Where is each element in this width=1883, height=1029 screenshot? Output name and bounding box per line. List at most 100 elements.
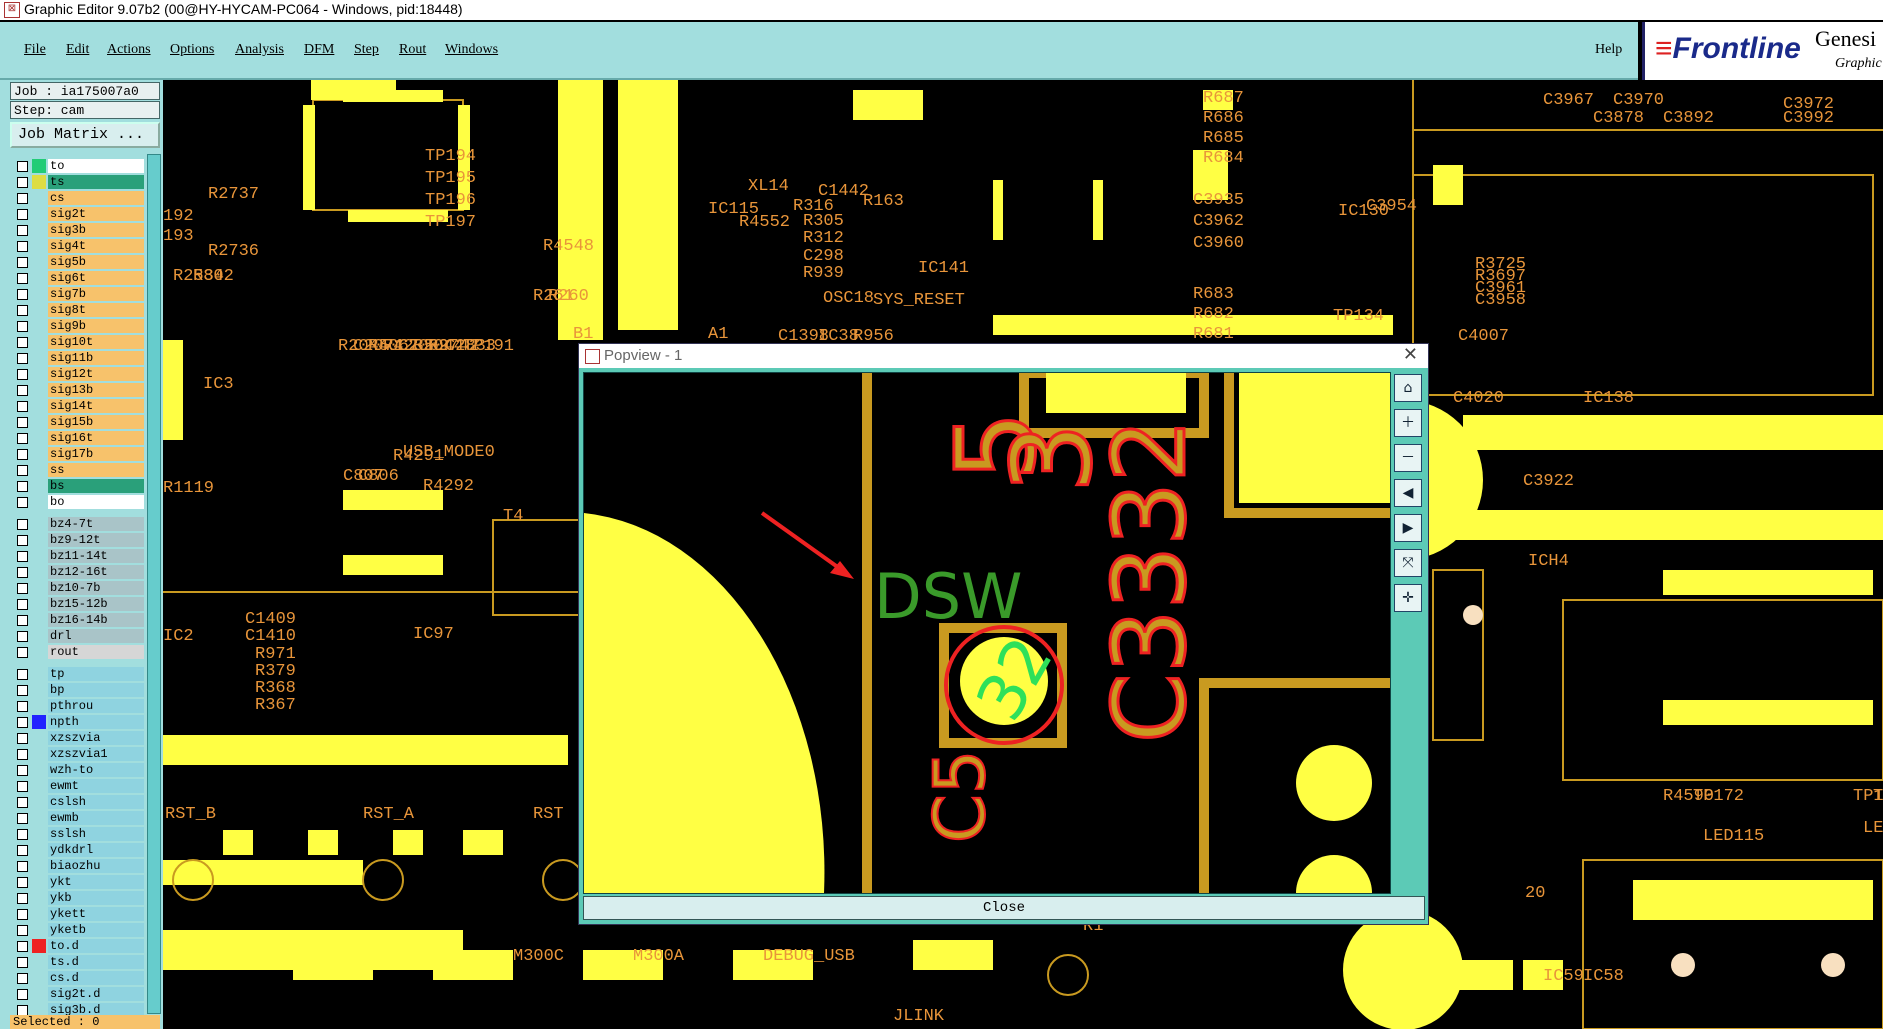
layer-row-sig11b[interactable]: sig11b bbox=[14, 350, 144, 366]
layer-checkbox[interactable] bbox=[17, 797, 28, 808]
layer-name[interactable]: bz9-12t bbox=[48, 533, 144, 547]
layer-row-bz4-7t[interactable]: bz4-7t bbox=[14, 516, 144, 532]
layer-checkbox[interactable] bbox=[17, 749, 28, 760]
layer-checkbox[interactable] bbox=[17, 369, 28, 380]
menu-actions[interactable]: Actions bbox=[107, 42, 151, 58]
layer-row-bs[interactable]: bs bbox=[14, 478, 144, 494]
job-matrix-button[interactable]: Job Matrix ... bbox=[10, 122, 160, 148]
layer-row-sig2t.d[interactable]: sig2t.d bbox=[14, 986, 144, 1002]
layer-name[interactable]: bz4-7t bbox=[48, 517, 144, 531]
layer-checkbox[interactable] bbox=[17, 417, 28, 428]
layer-checkbox[interactable] bbox=[17, 433, 28, 444]
layer-row-to.d[interactable]: to.d bbox=[14, 938, 144, 954]
layer-row-sig16t[interactable]: sig16t bbox=[14, 430, 144, 446]
layer-row-tp[interactable]: tp bbox=[14, 666, 144, 682]
layer-name[interactable]: rout bbox=[48, 645, 144, 659]
layer-row-cs[interactable]: cs bbox=[14, 190, 144, 206]
layer-row-to[interactable]: to bbox=[14, 158, 144, 174]
layer-row-ts.d[interactable]: ts.d bbox=[14, 954, 144, 970]
layer-row-bz12-16t[interactable]: bz12-16t bbox=[14, 564, 144, 580]
layer-name[interactable]: ts.d bbox=[48, 955, 144, 969]
layer-name[interactable]: sig9b bbox=[48, 319, 144, 333]
layer-row-ewmb[interactable]: ewmb bbox=[14, 810, 144, 826]
layer-row-cs.d[interactable]: cs.d bbox=[14, 970, 144, 986]
layer-row-cslsh[interactable]: cslsh bbox=[14, 794, 144, 810]
layer-checkbox[interactable] bbox=[17, 733, 28, 744]
center-icon[interactable]: ✛ bbox=[1394, 584, 1422, 612]
layer-checkbox[interactable] bbox=[17, 551, 28, 562]
layer-name[interactable]: biaozhu bbox=[48, 859, 144, 873]
popview-close-icon[interactable]: ✕ bbox=[1403, 344, 1418, 365]
layer-checkbox[interactable] bbox=[17, 567, 28, 578]
zoom-out-icon[interactable]: － bbox=[1394, 444, 1422, 472]
layer-name[interactable]: yketb bbox=[48, 923, 144, 937]
layer-checkbox[interactable] bbox=[17, 385, 28, 396]
menu-windows[interactable]: Windows bbox=[445, 42, 498, 58]
layer-row-sslsh[interactable]: sslsh bbox=[14, 826, 144, 842]
layer-name[interactable]: sig7b bbox=[48, 287, 144, 301]
layer-name[interactable]: bz11-14t bbox=[48, 549, 144, 563]
layer-row-ss[interactable]: ss bbox=[14, 462, 144, 478]
layer-checkbox[interactable] bbox=[17, 829, 28, 840]
layer-checkbox[interactable] bbox=[17, 973, 28, 984]
layer-name[interactable]: tp bbox=[48, 667, 144, 681]
layer-name[interactable]: ewmt bbox=[48, 779, 144, 793]
layer-row-sig5b[interactable]: sig5b bbox=[14, 254, 144, 270]
menu-analysis[interactable]: Analysis bbox=[235, 42, 284, 58]
layer-name[interactable]: bz10-7b bbox=[48, 581, 144, 595]
layer-checkbox[interactable] bbox=[17, 519, 28, 530]
layer-row-npth[interactable]: npth bbox=[14, 714, 144, 730]
layer-checkbox[interactable] bbox=[17, 925, 28, 936]
layer-name[interactable]: drl bbox=[48, 629, 144, 643]
layer-name[interactable]: sig2t.d bbox=[48, 987, 144, 1001]
layer-row-sig3b[interactable]: sig3b bbox=[14, 222, 144, 238]
layer-color-swatch[interactable] bbox=[32, 175, 46, 189]
layer-name[interactable]: sig4t bbox=[48, 239, 144, 253]
layer-name[interactable]: bz16-14b bbox=[48, 613, 144, 627]
pan-right-icon[interactable]: ▶ bbox=[1394, 514, 1422, 542]
layer-checkbox[interactable] bbox=[17, 599, 28, 610]
layer-checkbox[interactable] bbox=[17, 845, 28, 856]
layer-checkbox[interactable] bbox=[17, 161, 28, 172]
layer-checkbox[interactable] bbox=[17, 631, 28, 642]
layer-checkbox[interactable] bbox=[17, 241, 28, 252]
layer-row-ykb[interactable]: ykb bbox=[14, 890, 144, 906]
layer-row-sig9b[interactable]: sig9b bbox=[14, 318, 144, 334]
layer-row-sig14t[interactable]: sig14t bbox=[14, 398, 144, 414]
layer-name[interactable]: bs bbox=[48, 479, 144, 493]
layer-color-swatch[interactable] bbox=[32, 159, 46, 173]
layer-name[interactable]: ewmb bbox=[48, 811, 144, 825]
layer-name[interactable]: bo bbox=[48, 495, 144, 509]
layer-checkbox[interactable] bbox=[17, 701, 28, 712]
layer-name[interactable]: xzszvia bbox=[48, 731, 144, 745]
layer-name[interactable]: sig14t bbox=[48, 399, 144, 413]
layer-row-bz16-14b[interactable]: bz16-14b bbox=[14, 612, 144, 628]
layer-row-xzszvia[interactable]: xzszvia bbox=[14, 730, 144, 746]
layer-checkbox[interactable] bbox=[17, 647, 28, 658]
layer-row-wzh-to[interactable]: wzh-to bbox=[14, 762, 144, 778]
layer-checkbox[interactable] bbox=[17, 615, 28, 626]
layer-checkbox[interactable] bbox=[17, 685, 28, 696]
layer-name[interactable]: cslsh bbox=[48, 795, 144, 809]
layer-checkbox[interactable] bbox=[17, 781, 28, 792]
layer-row-pthrou[interactable]: pthrou bbox=[14, 698, 144, 714]
layer-checkbox[interactable] bbox=[17, 813, 28, 824]
layer-checkbox[interactable] bbox=[17, 353, 28, 364]
menu-rout[interactable]: Rout bbox=[399, 42, 426, 58]
layer-checkbox[interactable] bbox=[17, 957, 28, 968]
layer-name[interactable]: sig8t bbox=[48, 303, 144, 317]
layer-row-ts[interactable]: ts bbox=[14, 174, 144, 190]
layer-row-bz11-14t[interactable]: bz11-14t bbox=[14, 548, 144, 564]
layer-row-sig15b[interactable]: sig15b bbox=[14, 414, 144, 430]
layer-name[interactable]: to.d bbox=[48, 939, 144, 953]
layer-row-ykett[interactable]: ykett bbox=[14, 906, 144, 922]
layer-checkbox[interactable] bbox=[17, 481, 28, 492]
pan-left-icon[interactable]: ◀ bbox=[1394, 479, 1422, 507]
layer-color-swatch[interactable] bbox=[32, 939, 46, 953]
menu-dfm[interactable]: DFM bbox=[304, 42, 334, 58]
layer-row-sig6t[interactable]: sig6t bbox=[14, 270, 144, 286]
layer-checkbox[interactable] bbox=[17, 337, 28, 348]
layer-checkbox[interactable] bbox=[17, 765, 28, 776]
layer-checkbox[interactable] bbox=[17, 861, 28, 872]
layer-checkbox[interactable] bbox=[17, 401, 28, 412]
